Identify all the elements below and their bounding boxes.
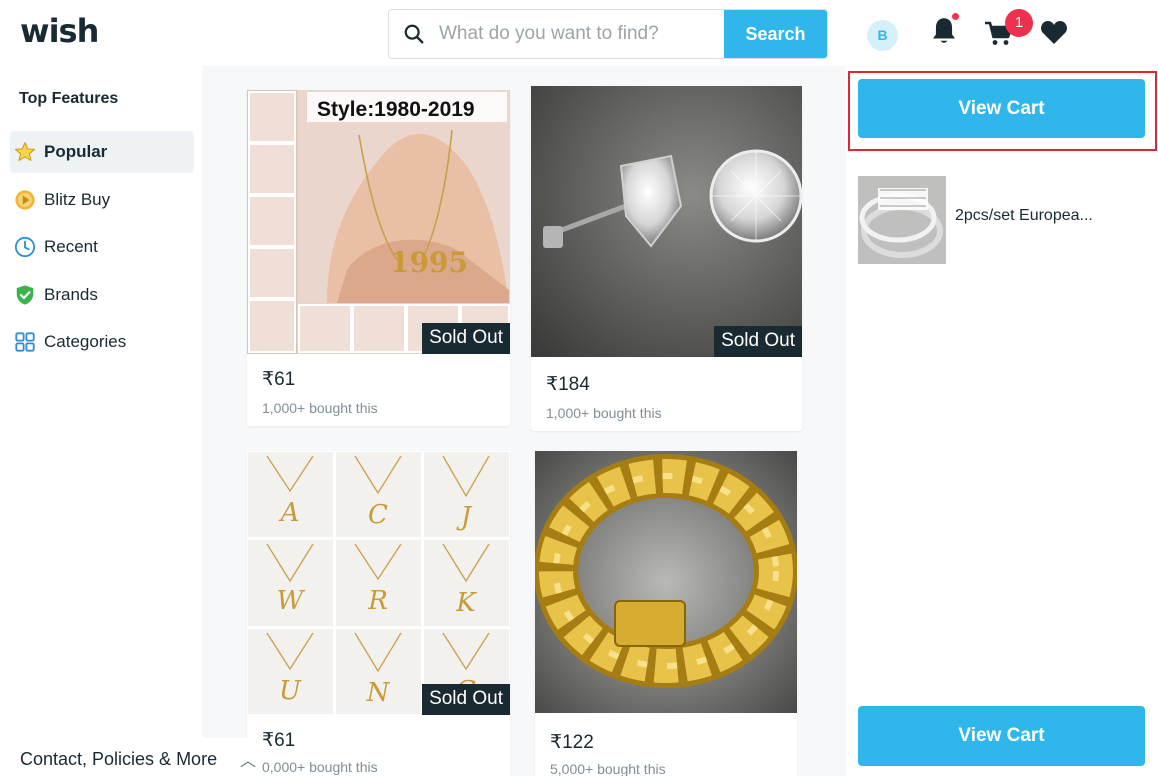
- necklace-image-caption: Style:1980-2019: [317, 98, 475, 121]
- view-cart-button-bottom[interactable]: View Cart: [858, 706, 1145, 766]
- verified-shield-icon: [16, 285, 34, 305]
- sidebar: Top Features Popular Blitz Buy Recent Br…: [0, 66, 202, 776]
- grid-icon: [15, 332, 35, 352]
- footer-label: Contact, Policies & More: [20, 749, 218, 769]
- product-image-name-necklace[interactable]: 1995 Style:1980-2019 Sold Out: [247, 90, 510, 354]
- product-image-initial-necklaces[interactable]: ACJ WRK UNG Sold Out: [247, 451, 510, 715]
- product-feed: 1995 Style:1980-2019 Sold Out ₹61 1,000+…: [202, 66, 846, 776]
- notification-dot: [952, 13, 959, 20]
- necklace-pendant-text: 1995: [390, 246, 468, 279]
- sidebar-item-label: Blitz Buy: [44, 190, 111, 209]
- svg-text:R: R: [367, 586, 388, 616]
- svg-text:K: K: [455, 588, 477, 618]
- sidebar-item-blitz-buy[interactable]: Blitz Buy: [10, 179, 194, 221]
- clock-icon: [14, 236, 36, 258]
- cart-count-badge: 1: [1005, 9, 1033, 37]
- sidebar-item-label: Categories: [44, 332, 127, 351]
- product-card[interactable]: Sold Out ₹184 1,000+ bought this: [531, 86, 802, 431]
- sold-out-badge: Sold Out: [714, 326, 802, 357]
- cart-item-thumbnail[interactable]: [858, 176, 946, 264]
- product-price: ₹184: [546, 374, 590, 395]
- product-card[interactable]: ACJ WRK UNG Sold Out ₹61 0,000+ bought t…: [247, 451, 510, 776]
- contact-policies-toggle[interactable]: Contact, Policies & More ︿: [0, 738, 260, 776]
- svg-text:C: C: [368, 500, 388, 530]
- search-button[interactable]: Search: [724, 10, 827, 58]
- product-bought-count: 1,000+ bought this: [546, 405, 662, 421]
- cart-item-label[interactable]: 2pcs/set Europea...: [955, 207, 1093, 225]
- sold-out-badge: Sold Out: [422, 684, 510, 715]
- sidebar-item-categories[interactable]: Categories: [10, 321, 194, 363]
- product-price: ₹122: [550, 732, 594, 753]
- product-bought-count: 5,000+ bought this: [550, 761, 666, 776]
- sidebar-item-brands[interactable]: Brands: [10, 274, 194, 316]
- sidebar-item-label: Recent: [44, 237, 98, 256]
- search-input[interactable]: [439, 10, 725, 58]
- sold-out-badge: Sold Out: [422, 323, 510, 354]
- blitz-buy-icon: [15, 190, 35, 210]
- search-bar: Search: [388, 9, 828, 59]
- product-image-bracelet[interactable]: [535, 451, 797, 713]
- sidebar-item-popular[interactable]: Popular: [10, 131, 194, 173]
- search-icon: [404, 24, 424, 44]
- star-icon: [15, 142, 35, 161]
- product-card[interactable]: 1995 Style:1980-2019 Sold Out ₹61 1,000+…: [247, 90, 510, 426]
- sidebar-item-label: Brands: [44, 285, 98, 304]
- sidebar-item-label: Popular: [44, 142, 108, 161]
- product-card[interactable]: ₹122 5,000+ bought this: [535, 451, 797, 776]
- wish-logo[interactable]: wish: [20, 12, 99, 50]
- product-price: ₹61: [262, 369, 296, 390]
- heart-icon[interactable]: [1040, 19, 1068, 45]
- svg-text:W: W: [277, 586, 306, 616]
- sidebar-title: Top Features: [19, 90, 119, 107]
- svg-text:U: U: [279, 676, 302, 706]
- product-bought-count: 0,000+ bought this: [262, 759, 378, 775]
- product-bought-count: 1,000+ bought this: [262, 400, 378, 416]
- bell-icon[interactable]: [930, 16, 958, 46]
- cart-panel: [846, 66, 1158, 776]
- product-price: ₹61: [262, 730, 296, 751]
- header: wish Search B 1: [0, 0, 1158, 66]
- highlight-box: [848, 71, 1157, 151]
- svg-text:N: N: [366, 678, 391, 708]
- chevron-up-icon: ︿: [240, 753, 257, 770]
- svg-text:A: A: [279, 498, 300, 528]
- avatar[interactable]: B: [867, 20, 898, 51]
- product-image-earrings[interactable]: Sold Out: [531, 86, 802, 357]
- sidebar-item-recent[interactable]: Recent: [10, 226, 194, 268]
